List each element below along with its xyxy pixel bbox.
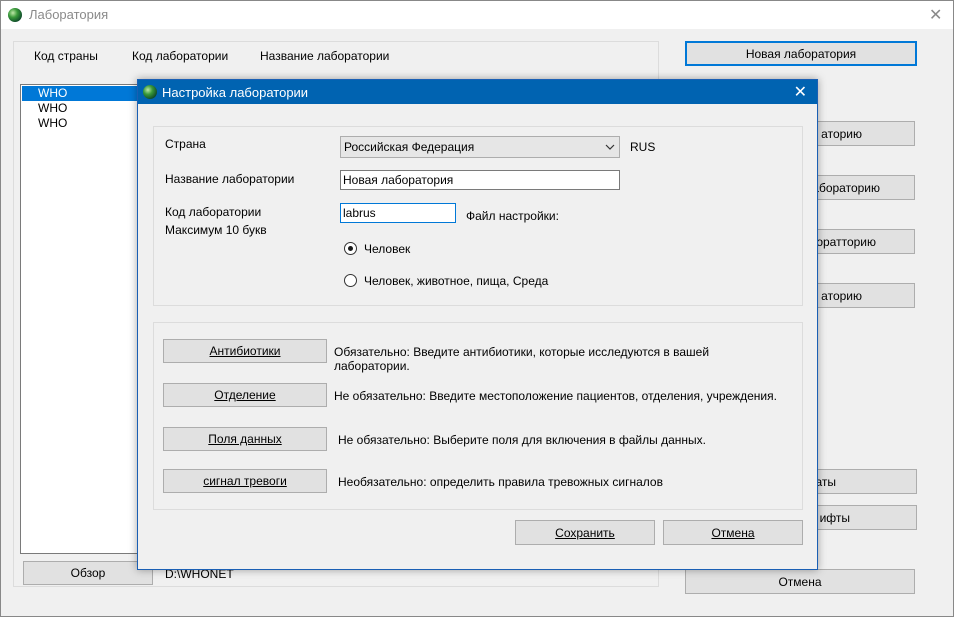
department-desc: Не обязательно: Введите местоположение п…: [334, 389, 777, 403]
chevron-down-icon: [605, 137, 615, 165]
lab-name-label: Название лаборатории: [165, 172, 295, 186]
antibiotics-button[interactable]: Антибиотики: [163, 339, 327, 363]
department-button[interactable]: Отделение: [163, 383, 327, 407]
list-item[interactable]: WHO: [22, 101, 142, 116]
country-label: Страна: [165, 137, 206, 151]
labs-list[interactable]: WHO WHO WHO: [20, 84, 145, 554]
save-button[interactable]: Сохранить: [515, 520, 655, 545]
column-header-lab-code[interactable]: Код лаборатории: [132, 49, 228, 63]
lab-code-hint: Максимум 10 букв: [165, 223, 267, 237]
data-fields-button[interactable]: Поля данных: [163, 427, 327, 451]
close-icon[interactable]: ✕: [929, 5, 942, 25]
close-icon[interactable]: ✕: [794, 82, 807, 102]
globe-icon: [143, 85, 157, 99]
new-lab-button[interactable]: Новая лаборатория: [685, 41, 917, 66]
country-select[interactable]: Российская Федерация: [340, 136, 620, 158]
config-file-label: Файл настройки:: [466, 209, 559, 223]
data-fields-desc: Не обязательно: Выберите поля для включе…: [338, 433, 706, 447]
column-header-country-code[interactable]: Код страны: [34, 49, 98, 63]
column-header-lab-name[interactable]: Название лаборатории: [260, 49, 389, 63]
lab-code-label: Код лаборатории: [165, 205, 262, 219]
radio-all-label[interactable]: Человек, животное, пища, Среда: [364, 274, 548, 288]
main-titlebar: Лаборатория ✕: [1, 1, 953, 29]
radio-human-label[interactable]: Человек: [364, 242, 410, 256]
country-select-value: Российская Федерация: [344, 140, 475, 154]
country-code: RUS: [630, 140, 656, 154]
lab-name-input[interactable]: Новая лаборатория: [340, 170, 620, 190]
lab-setup-dialog: Настройка лаборатории ✕ Страна Российска…: [137, 79, 818, 570]
main-window-title: Лаборатория: [29, 7, 109, 22]
list-item[interactable]: WHO: [22, 116, 142, 131]
main-cancel-button[interactable]: Отмена: [685, 569, 915, 594]
antibiotics-desc: Обязательно: Введите антибиотики, которы…: [334, 345, 710, 373]
list-item[interactable]: WHO: [22, 86, 142, 101]
dialog-titlebar: Настройка лаборатории ✕: [138, 80, 817, 104]
radio-human[interactable]: [344, 242, 357, 255]
lab-code-input[interactable]: labrus: [340, 203, 456, 223]
dialog-title: Настройка лаборатории: [162, 85, 309, 100]
alert-button[interactable]: сигнал тревоги: [163, 469, 327, 493]
radio-all[interactable]: [344, 274, 357, 287]
dialog-cancel-button[interactable]: Отмена: [663, 520, 803, 545]
alert-desc: Необязательно: определить правила тревож…: [338, 475, 663, 489]
globe-icon: [8, 8, 22, 22]
browse-button[interactable]: Обзор: [23, 561, 153, 585]
